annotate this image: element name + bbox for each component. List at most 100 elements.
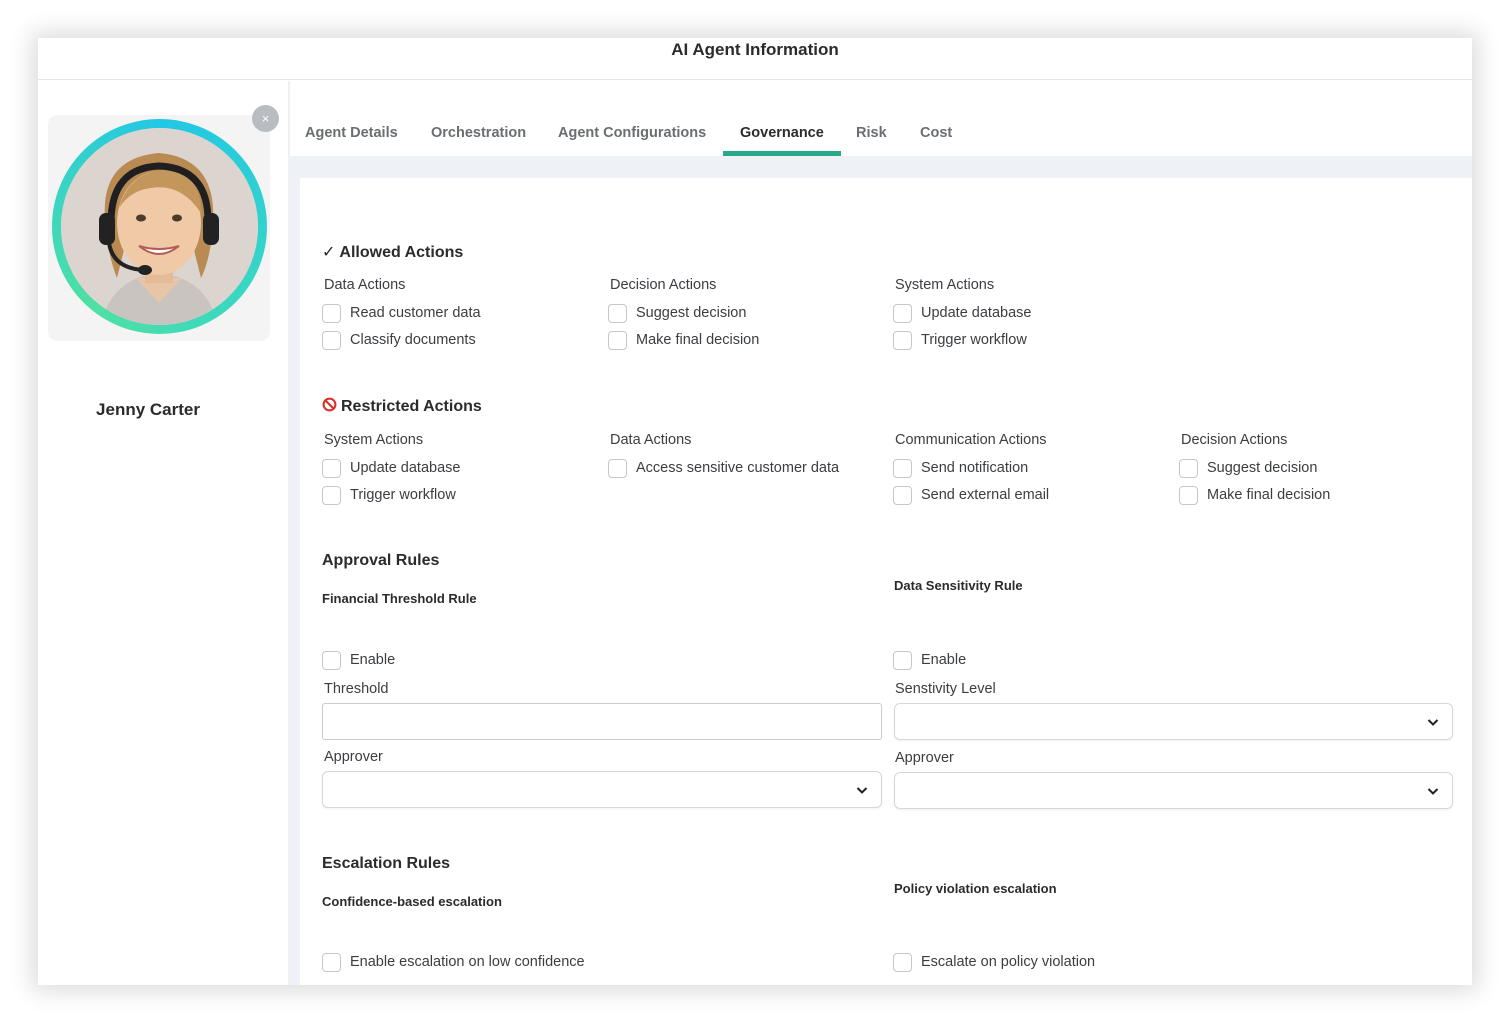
approver-label: Approver (324, 749, 383, 765)
checkbox-label: Suggest decision (1207, 460, 1318, 476)
checkbox-suggest-decision[interactable]: Suggest decision (608, 302, 746, 324)
chevron-down-icon (856, 787, 868, 794)
tab-risk[interactable]: Risk (856, 116, 887, 156)
chevron-down-icon (1427, 719, 1439, 726)
checkbox[interactable] (322, 458, 341, 478)
allowed-group-heading: System Actions (895, 277, 995, 293)
window-title: AI Agent Information (671, 40, 839, 59)
checkbox[interactable] (893, 650, 912, 670)
checkbox-restricted-make-final-decision[interactable]: Make final decision (1179, 484, 1330, 506)
checkbox[interactable] (608, 303, 627, 323)
checkbox-update-database[interactable]: Update database (893, 302, 1031, 324)
checkbox-send-external-email[interactable]: Send external email (893, 484, 1049, 506)
tab-governance[interactable]: Governance (723, 116, 841, 156)
checkbox-label: Trigger workflow (921, 332, 1027, 348)
checkbox-access-sensitive-data[interactable]: Access sensitive customer data (608, 457, 839, 479)
governance-panel: ✓ Allowed Actions Data Actions Read custo… (300, 178, 1472, 985)
allowed-actions-label: Allowed Actions (339, 244, 464, 261)
financial-threshold-heading: Financial Threshold Rule (322, 591, 477, 606)
restricted-group-heading: System Actions (324, 432, 424, 448)
content-left-strip (290, 156, 300, 985)
restricted-actions-label: Restricted Actions (341, 398, 482, 415)
checkbox-read-customer-data[interactable]: Read customer data (322, 302, 481, 324)
policy-escalation-heading: Policy violation escalation (894, 881, 1057, 896)
checkbox-restricted-trigger-workflow[interactable]: Trigger workflow (322, 484, 456, 506)
checkbox[interactable] (608, 458, 627, 478)
tab-agent-configurations[interactable]: Agent Configurations (558, 116, 706, 156)
checkbox[interactable] (893, 485, 912, 505)
checkbox-label: Enable escalation on low confidence (350, 954, 585, 970)
sensitivity-level-label: Senstivity Level (895, 681, 996, 697)
checkbox-low-confidence-escalation[interactable]: Enable escalation on low confidence (322, 951, 585, 973)
checkbox-label: Suggest decision (636, 305, 747, 321)
checkbox-label: Escalate on policy violation (921, 954, 1096, 970)
checkbox-label: Enable (350, 652, 396, 668)
checkbox-label: Make final decision (636, 332, 760, 348)
restricted-actions-title: Restricted Actions (322, 397, 482, 416)
agent-portrait-image (61, 128, 258, 325)
checkbox-label: Send external email (921, 487, 1050, 503)
checkbox-trigger-workflow[interactable]: Trigger workflow (893, 329, 1027, 351)
checkbox-label: Trigger workflow (350, 487, 456, 503)
checkbox[interactable] (322, 650, 341, 670)
escalation-rules-title: Escalation Rules (322, 855, 451, 872)
chevron-down-icon (1427, 788, 1439, 795)
approval-rules-title: Approval Rules (322, 552, 440, 569)
checkmark-icon: ✓ (322, 244, 336, 261)
avatar-card (48, 115, 270, 341)
checkbox-label: Make final decision (1207, 487, 1331, 503)
allowed-group-heading: Decision Actions (610, 277, 717, 293)
tab-agent-details[interactable]: Agent Details (305, 116, 398, 156)
checkbox-policy-violation-escalation[interactable]: Escalate on policy violation (893, 951, 1095, 973)
restricted-group-heading: Data Actions (610, 432, 692, 448)
checkbox-label: Send notification (921, 460, 1029, 476)
checkbox-label: Access sensitive customer data (636, 460, 840, 476)
sensitivity-level-select[interactable] (894, 703, 1453, 740)
checkbox-classify-documents[interactable]: Classify documents (322, 329, 476, 351)
confidence-escalation-heading: Confidence-based escalation (322, 894, 502, 909)
checkbox-financial-enable[interactable]: Enable (322, 649, 395, 671)
approver-label: Approver (895, 750, 954, 766)
threshold-label: Threshold (324, 681, 389, 697)
checkbox-restricted-suggest-decision[interactable]: Suggest decision (1179, 457, 1317, 479)
checkbox-sensitivity-enable[interactable]: Enable (893, 649, 966, 671)
app-window: AI Agent Information Jenny Carter × Agen… (38, 38, 1472, 985)
avatar-ring (52, 119, 267, 334)
agent-profile-panel: Jenny Carter (38, 81, 288, 985)
tab-orchestration[interactable]: Orchestration (431, 116, 526, 156)
checkbox[interactable] (1179, 458, 1198, 478)
checkbox[interactable] (893, 303, 912, 323)
agent-name: Jenny Carter (96, 400, 200, 419)
checkbox[interactable] (608, 330, 627, 350)
checkbox[interactable] (322, 952, 341, 972)
checkbox[interactable] (322, 303, 341, 323)
prohibited-icon (322, 397, 337, 412)
checkbox[interactable] (893, 330, 912, 350)
checkbox-send-notification[interactable]: Send notification (893, 457, 1028, 479)
checkbox-label: Update database (921, 305, 1032, 321)
close-icon[interactable]: × (252, 105, 279, 132)
content-top-strip (290, 156, 1472, 178)
checkbox-label: Read customer data (350, 305, 481, 321)
checkbox[interactable] (322, 485, 341, 505)
checkbox-label: Update database (350, 460, 461, 476)
checkbox[interactable] (893, 952, 912, 972)
checkbox-restricted-update-database[interactable]: Update database (322, 457, 460, 479)
checkbox-make-final-decision[interactable]: Make final decision (608, 329, 759, 351)
checkbox[interactable] (322, 330, 341, 350)
financial-approver-select[interactable] (322, 771, 882, 808)
checkbox[interactable] (1179, 485, 1198, 505)
checkbox-label: Classify documents (350, 332, 476, 348)
restricted-group-heading: Decision Actions (1181, 432, 1288, 448)
data-sensitivity-heading: Data Sensitivity Rule (894, 578, 1023, 593)
title-bar: AI Agent Information (38, 38, 1472, 80)
allowed-group-heading: Data Actions (324, 277, 406, 293)
sensitivity-approver-select[interactable] (894, 772, 1453, 809)
threshold-input[interactable] (322, 703, 882, 740)
allowed-actions-title: ✓ Allowed Actions (322, 242, 463, 262)
tab-cost[interactable]: Cost (920, 116, 952, 156)
checkbox[interactable] (893, 458, 912, 478)
avatar (61, 128, 258, 325)
checkbox-label: Enable (921, 652, 967, 668)
restricted-group-heading: Communication Actions (895, 432, 1047, 448)
